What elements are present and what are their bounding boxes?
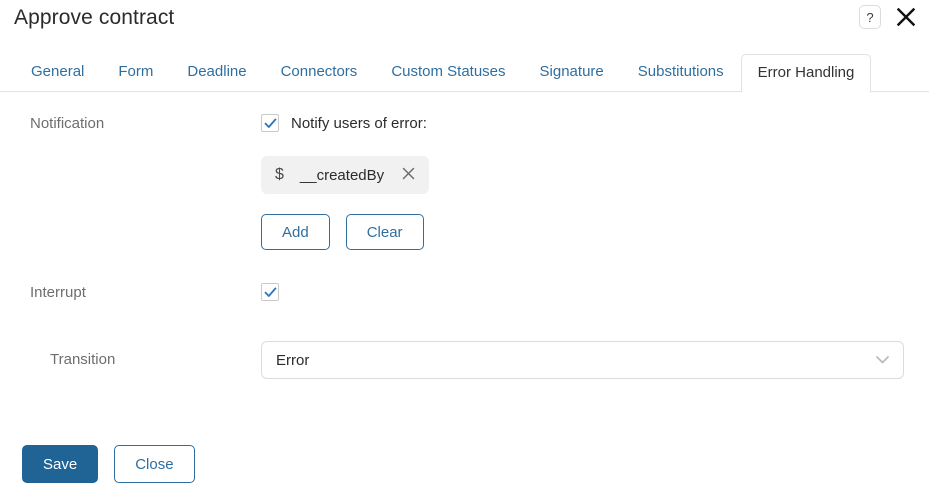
tab-bar: General Form Deadline Connectors Custom … (0, 50, 929, 93)
close-icon[interactable] (400, 165, 417, 185)
interrupt-row: Interrupt (0, 283, 929, 303)
tab-general[interactable]: General (14, 53, 101, 92)
chevron-down-icon[interactable] (876, 356, 889, 365)
error-handling-form: Notification Notify users of error: $ __… (0, 92, 929, 379)
interrupt-field (247, 283, 929, 301)
recipient-chip[interactable]: $ __createdBy (261, 156, 430, 194)
dialog-header: Approve contract ? (0, 0, 929, 48)
transition-select[interactable]: Error (261, 341, 904, 379)
clear-button[interactable]: Clear (345, 214, 424, 250)
recipient-actions: Add Clear (261, 214, 929, 250)
dollar-icon: $ (275, 166, 284, 183)
tab-substitutions[interactable]: Substitutions (621, 53, 741, 92)
transition-field: Error (247, 341, 929, 379)
tab-error-handling[interactable]: Error Handling (740, 54, 872, 93)
notify-users-checkline: Notify users of error: (261, 114, 929, 132)
header-actions: ? (859, 4, 919, 30)
close-button[interactable]: Close (114, 445, 195, 483)
transition-row: Transition Error (0, 341, 929, 379)
recipient-chip-label: __createdBy (299, 166, 385, 184)
notification-label: Notification (30, 115, 105, 132)
page-title: Approve contract (14, 6, 175, 29)
notify-users-checkbox[interactable] (261, 114, 279, 132)
dialog-footer: Save Close (22, 445, 195, 483)
tab-form[interactable]: Form (101, 53, 170, 92)
tab-signature[interactable]: Signature (523, 53, 621, 92)
help-glyph: ? (866, 9, 874, 25)
tab-custom-statuses[interactable]: Custom Statuses (374, 53, 522, 92)
notification-field: Notify users of error: $ __createdBy Add… (247, 114, 929, 250)
notify-users-label: Notify users of error: (291, 114, 427, 132)
question-mark-icon[interactable]: ? (859, 5, 881, 29)
transition-label: Transition (50, 351, 116, 368)
add-button[interactable]: Add (261, 214, 330, 250)
tab-connectors[interactable]: Connectors (264, 53, 375, 92)
save-button[interactable]: Save (22, 445, 99, 483)
interrupt-label: Interrupt (30, 284, 86, 301)
close-icon[interactable] (893, 4, 919, 30)
interrupt-checkbox[interactable] (261, 283, 279, 301)
tab-deadline[interactable]: Deadline (170, 53, 263, 92)
notification-row: Notification Notify users of error: $ __… (0, 114, 929, 250)
transition-select-value: Error (276, 351, 310, 369)
